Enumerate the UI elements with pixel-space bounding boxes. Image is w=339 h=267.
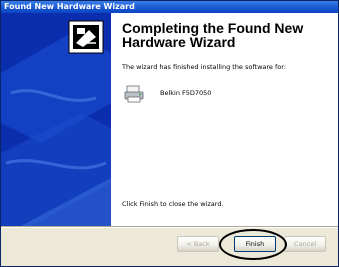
page-title: Completing the Found New Hardware Wizard [122, 20, 304, 50]
wizard-content: Completing the Found New Hardware Wizard… [111, 13, 338, 226]
title-bar[interactable]: Found New Hardware Wizard [1, 1, 338, 13]
intro-text: The wizard has finished installing the s… [122, 63, 286, 71]
wizard-side-panel [1, 13, 111, 226]
printer-device-icon [124, 85, 144, 103]
device-name: Belkin F5D7050 [160, 89, 212, 97]
wizard-side-graphic [1, 13, 111, 226]
window-title: Found New Hardware Wizard [4, 2, 135, 11]
back-button[interactable]: < Back [177, 236, 219, 252]
wizard-window: Found New Hardware Wizard Completing the… [0, 0, 339, 267]
cancel-button[interactable]: Cancel [284, 236, 326, 252]
finish-hint-text: Click Finish to close the wizard. [122, 200, 224, 208]
device-item: Belkin F5D7050 [122, 83, 322, 107]
hardware-wizard-icon [68, 20, 104, 54]
finish-button-highlight-ring [219, 229, 287, 260]
footer-divider [1, 226, 338, 228]
